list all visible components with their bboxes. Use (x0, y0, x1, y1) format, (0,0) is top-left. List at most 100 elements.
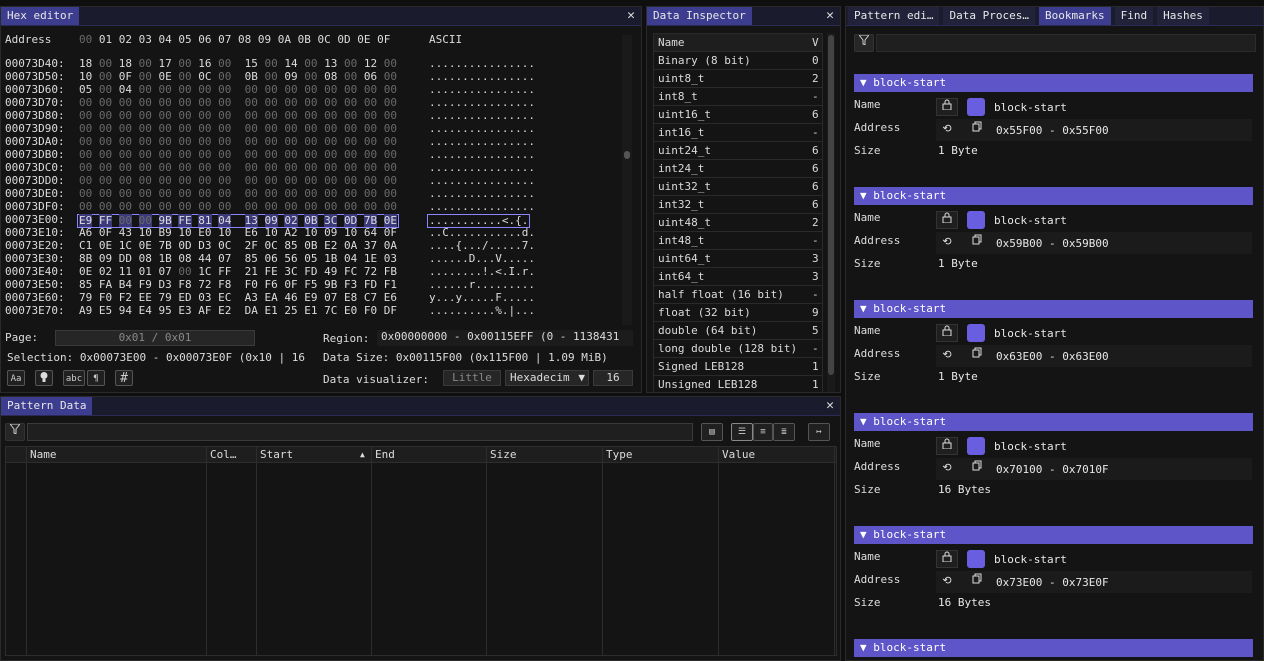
lock-icon[interactable] (936, 211, 958, 229)
row-ascii[interactable]: ......r......... (429, 279, 535, 291)
undo-icon[interactable]: ⟲ (936, 573, 958, 591)
hex-row[interactable]: 00073D80: 00 00 00 00 00 00 00 00 00 00 0… (1, 110, 619, 122)
tab-right-3[interactable]: Find (1114, 7, 1154, 25)
hex-row[interactable]: 00073E50: 85 FA B4 F9 D3 F8 72 F8 F0 F6 0… (1, 279, 619, 291)
hex-row[interactable]: 00073E70: A9 E5 94 E4 95 E3 AF E2 DA E1 2… (1, 305, 619, 317)
row-bytes[interactable]: 00 00 00 00 00 00 00 00 00 00 00 00 00 0… (79, 175, 397, 187)
hex-row[interactable]: 00073E00: E9 FF 00 00 9B FE 81 04 13 09 0… (1, 214, 619, 228)
copy-icon[interactable] (966, 573, 988, 591)
bookmark-header[interactable]: ▼ block-start (854, 300, 1253, 318)
table-view-icon[interactable]: ▤ (701, 423, 723, 441)
row-bytes[interactable]: 79 F0 F2 EE 79 ED 03 EC A3 EA 46 E9 07 E… (79, 292, 397, 304)
row-bytes[interactable]: A9 E5 94 E4 95 E3 AF E2 DA E1 25 E1 7C E… (79, 305, 397, 317)
copy-icon[interactable] (966, 347, 988, 365)
lock-icon[interactable] (936, 98, 958, 116)
row-ascii[interactable]: ......D...V..... (429, 253, 535, 265)
inspector-value[interactable]: - (812, 124, 819, 141)
hex-row[interactable]: 00073DE0: 00 00 00 00 00 00 00 00 00 00 0… (1, 188, 619, 200)
filter-icon[interactable] (5, 423, 25, 441)
row-bytes[interactable]: 00 00 00 00 00 00 00 00 00 00 00 00 00 0… (79, 136, 397, 148)
inspector-row[interactable]: uint48_t 2 (654, 214, 822, 232)
hex-row[interactable]: 00073D70: 00 00 00 00 00 00 00 00 00 00 0… (1, 97, 619, 109)
row-bytes[interactable]: 00 00 00 00 00 00 00 00 00 00 00 00 00 0… (79, 188, 397, 200)
row-bytes[interactable]: 0E 02 11 01 07 00 1C FF 21 FE 3C FD 49 F… (79, 266, 397, 278)
bookmark-color-swatch[interactable] (967, 98, 985, 116)
grid-icon[interactable]: # (115, 370, 133, 386)
inspector-row[interactable]: float (32 bit) 9 (654, 304, 822, 322)
hex-row[interactable]: 00073D90: 00 00 00 00 00 00 00 00 00 00 0… (1, 123, 619, 135)
inspector-row[interactable]: long double (128 bit) - (654, 340, 822, 358)
tab-right-0[interactable]: Pattern edi… (848, 7, 940, 25)
row-ascii[interactable]: ..C...........d. (429, 227, 535, 239)
hex-row[interactable]: 00073E20: C1 0E 1C 0E 7B 0D D3 0C 2F 0C 8… (1, 240, 619, 252)
inspector-row[interactable]: uint32_t 6 (654, 178, 822, 196)
bookmark-color-swatch[interactable] (967, 550, 985, 568)
row-bytes[interactable]: 00 00 00 00 00 00 00 00 00 00 00 00 00 0… (79, 201, 397, 213)
bookmark-color-swatch[interactable] (967, 437, 985, 455)
undo-icon[interactable]: ⟲ (936, 234, 958, 252)
bookmark-name[interactable]: block-start (994, 440, 1067, 453)
pattern-column-header[interactable]: Value (718, 447, 834, 462)
hex-rows[interactable]: 00073D40: 18 00 18 00 17 00 16 00 15 00 1… (1, 58, 619, 323)
undo-icon[interactable]: ⟲ (936, 347, 958, 365)
tree-collapse-icon[interactable]: ≡ (753, 423, 773, 441)
inspector-row[interactable]: Unsigned LEB128 1 (654, 376, 822, 392)
row-ascii[interactable]: ........!.<.I.r. (429, 266, 535, 278)
row-bytes[interactable]: C1 0E 1C 0E 7B 0D D3 0C 2F 0C 85 0B E2 0… (79, 240, 397, 252)
bookmark-address[interactable]: 0x73E00 - 0x73E0F (996, 576, 1109, 589)
undo-icon[interactable]: ⟲ (936, 460, 958, 478)
pattern-column-header[interactable]: Name (26, 447, 206, 462)
row-bytes[interactable]: 00 00 00 00 00 00 00 00 00 00 00 00 00 0… (79, 97, 397, 109)
row-bytes[interactable]: 18 00 18 00 17 00 16 00 15 00 14 00 13 0… (79, 58, 397, 70)
inspector-value[interactable]: 1 (812, 358, 819, 375)
bookmark-address[interactable]: 0x70100 - 0x7010F (996, 463, 1109, 476)
copy-icon[interactable] (966, 234, 988, 252)
hex-row[interactable]: 00073E40: 0E 02 11 01 07 00 1C FF 21 FE 3… (1, 266, 619, 278)
row-bytes[interactable]: 85 FA B4 F9 D3 F8 72 F8 F0 F6 0F F5 9B F… (79, 279, 397, 291)
inspector-scrollbar[interactable] (827, 33, 835, 392)
row-bytes[interactable]: 00 00 00 00 00 00 00 00 00 00 00 00 00 0… (79, 149, 397, 161)
bookmark-header[interactable]: ▼ block-start (854, 74, 1253, 92)
bookmark-header[interactable]: ▼ block-start (854, 639, 1253, 657)
filter-icon[interactable] (854, 34, 874, 52)
flat-view-icon[interactable]: ≣ (773, 423, 795, 441)
row-bytes[interactable]: A6 0F 43 10 B9 10 E0 10 E6 10 A2 10 09 1… (79, 227, 397, 239)
row-ascii[interactable]: ................ (429, 149, 535, 161)
tab-data-inspector[interactable]: Data Inspector (647, 7, 752, 25)
row-ascii[interactable]: ................ (429, 97, 535, 109)
inspector-value[interactable]: 6 (812, 142, 819, 159)
close-icon[interactable]: ✕ (627, 8, 635, 24)
abc-toggle-button[interactable]: abc (63, 370, 85, 386)
row-ascii[interactable]: y...y.....F..... (429, 292, 535, 304)
inspector-value[interactable]: 2 (812, 214, 819, 231)
columns-field[interactable]: 16 (593, 370, 633, 386)
inspector-row[interactable]: int16_t - (654, 124, 822, 142)
hex-row[interactable]: 00073DA0: 00 00 00 00 00 00 00 00 00 00 0… (1, 136, 619, 148)
expand-width-icon[interactable]: ↦ (808, 423, 830, 441)
bookmark-name[interactable]: block-start (994, 214, 1067, 227)
hex-row[interactable]: 00073DB0: 00 00 00 00 00 00 00 00 00 00 0… (1, 149, 619, 161)
row-bytes[interactable]: 00 00 00 00 00 00 00 00 00 00 00 00 00 0… (79, 110, 397, 122)
row-ascii[interactable]: ..........%.|... (429, 305, 535, 317)
undo-icon[interactable]: ⟲ (936, 121, 958, 139)
row-ascii[interactable]: ................ (429, 201, 535, 213)
inspector-row[interactable]: int48_t - (654, 232, 822, 250)
region-field[interactable]: 0x00000000 - 0x00115EFF (0 - 1138431 (377, 330, 633, 346)
pattern-column-header[interactable]: Col… (206, 447, 256, 462)
hex-scrollbar[interactable] (622, 35, 632, 325)
row-bytes[interactable]: 8B 09 DD 08 1B 08 44 07 85 06 56 05 1B 0… (79, 253, 397, 265)
inspector-row[interactable]: int64_t 3 (654, 268, 822, 286)
bookmark-color-swatch[interactable] (967, 324, 985, 342)
inspector-row[interactable]: Signed LEB128 1 (654, 358, 822, 376)
row-ascii[interactable]: ................ (429, 58, 535, 70)
row-ascii[interactable]: ................ (429, 110, 535, 122)
hex-row[interactable]: 00073DF0: 00 00 00 00 00 00 00 00 00 00 0… (1, 201, 619, 213)
tree-view-icon[interactable]: ☰ (731, 423, 753, 441)
row-bytes[interactable]: 00 00 00 00 00 00 00 00 00 00 00 00 00 0… (79, 162, 397, 174)
inspector-row[interactable]: uint8_t 2 (654, 70, 822, 88)
inspector-row[interactable]: double (64 bit) 5 (654, 322, 822, 340)
inspector-value[interactable]: - (812, 286, 819, 303)
row-bytes[interactable]: 05 00 04 00 00 00 00 00 00 00 00 00 00 0… (79, 84, 397, 96)
inspector-row[interactable]: uint16_t 6 (654, 106, 822, 124)
page-field[interactable]: 0x01 / 0x01 (55, 330, 255, 346)
